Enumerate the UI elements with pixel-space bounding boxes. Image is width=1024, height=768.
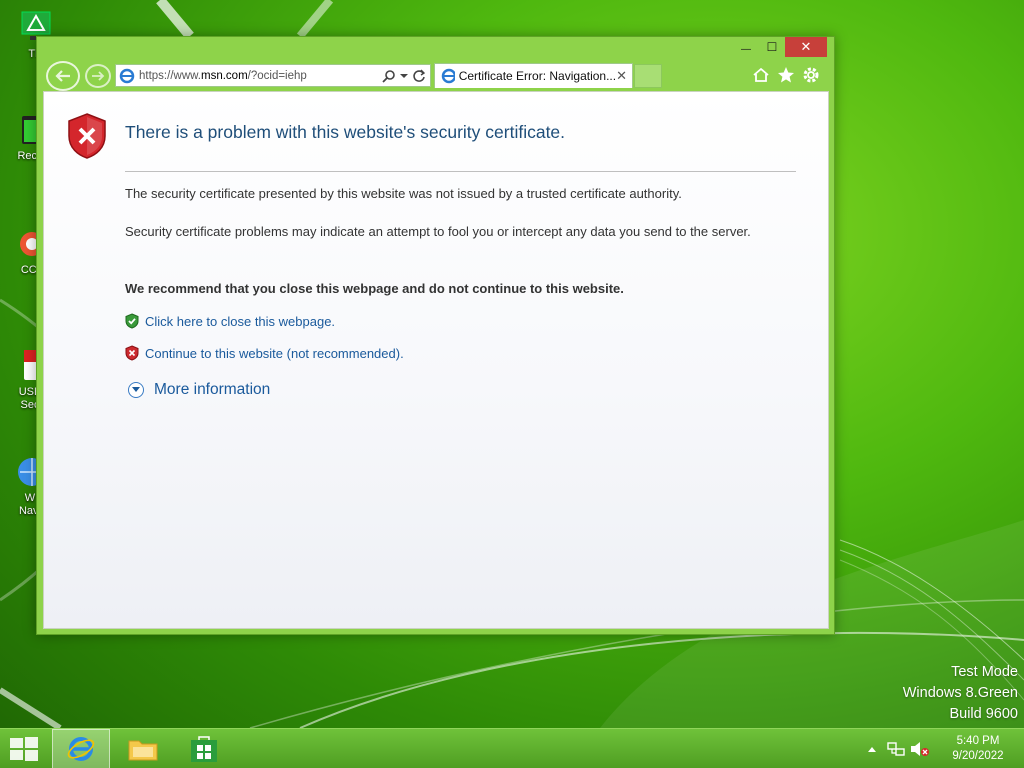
page-content: There is a problem with this website's s… [43, 91, 829, 629]
more-information-label: More information [154, 381, 271, 398]
address-tools [382, 69, 430, 83]
url-prefix: https://www. [139, 69, 201, 82]
maximize-button[interactable]: ☐ [759, 37, 785, 57]
clock-time: 5:40 PM [956, 735, 1000, 747]
taskbar-store[interactable] [175, 729, 233, 768]
show-hidden-icons-button[interactable] [860, 729, 884, 768]
url-domain: msn.com [201, 69, 248, 82]
more-information-toggle[interactable]: More information [128, 381, 270, 399]
system-tray: 5:40 PM 9/20/2022 [860, 729, 1024, 768]
chevron-down-circle-icon [128, 382, 144, 398]
speaker-muted-icon [911, 742, 929, 756]
taskbar: 5:40 PM 9/20/2022 [0, 728, 1024, 768]
toolbar-icons [752, 66, 820, 84]
favorites-star-icon[interactable] [777, 66, 795, 84]
window-caption-buttons: — ☐ ✕ [733, 37, 827, 57]
watermark-line: Build 9600 [949, 706, 1018, 722]
internet-explorer-icon [67, 737, 95, 761]
watermark-line: Test Mode [951, 664, 1018, 680]
shield-check-icon [125, 313, 139, 329]
refresh-icon[interactable] [412, 69, 426, 83]
url-path: /?ocid=iehp [247, 69, 307, 82]
start-button[interactable] [0, 729, 48, 768]
watermark-line: Windows 8.Green [902, 685, 1018, 701]
close-window-button[interactable]: ✕ [785, 37, 827, 57]
windows-logo-icon [10, 737, 38, 761]
gear-icon[interactable] [802, 66, 820, 84]
divider [125, 171, 796, 172]
tab-certificate-error[interactable]: Certificate Error: Navigation... ✕ [434, 63, 633, 88]
chevron-up-icon [868, 747, 876, 752]
taskbar-file-explorer[interactable] [114, 729, 172, 768]
internet-explorer-window: — ☐ ✕ https://www.msn.com/?ocid=iehp Cer… [36, 36, 835, 635]
address-bar[interactable]: https://www.msn.com/?ocid=iehp [115, 64, 431, 87]
arrow-left-icon [55, 70, 70, 82]
description-paragraph: The security certificate presented by th… [125, 186, 682, 201]
tab-close-icon[interactable]: ✕ [616, 68, 627, 84]
search-icon[interactable] [382, 69, 396, 83]
address-url[interactable]: https://www.msn.com/?ocid=iehp [139, 70, 307, 82]
network-tray-button[interactable] [884, 729, 908, 768]
arrow-right-icon [92, 71, 105, 81]
recommendation-text: We recommend that you close this webpage… [125, 281, 624, 296]
ie-page-icon [119, 68, 135, 83]
clock-date: 9/20/2022 [952, 750, 1004, 762]
continue-website-link-label: Continue to this website (not recommende… [145, 345, 404, 361]
shield-x-icon [125, 345, 139, 361]
folder-icon [128, 740, 158, 761]
forward-button[interactable] [85, 64, 111, 88]
back-button[interactable] [46, 61, 80, 91]
network-icon [887, 742, 905, 756]
taskbar-internet-explorer[interactable] [52, 729, 110, 768]
continue-website-link[interactable]: Continue to this website (not recommende… [125, 345, 404, 361]
tab-title: Certificate Error: Navigation... [458, 69, 617, 83]
new-tab-button[interactable] [634, 64, 662, 88]
test-mode-watermark: Test Mode Windows 8.Green Build 9600 [903, 662, 1018, 725]
navigation-bar: https://www.msn.com/?ocid=iehp Certifica… [45, 61, 826, 91]
home-icon[interactable] [752, 66, 770, 84]
volume-tray-button[interactable] [908, 729, 932, 768]
page-title: There is a problem with this website's s… [125, 122, 566, 142]
minimize-button[interactable]: — [733, 37, 759, 57]
ie-tab-icon [441, 68, 455, 84]
store-bag-icon [191, 736, 217, 762]
shield-error-icon [66, 112, 108, 160]
chevron-down-icon[interactable] [400, 72, 408, 80]
close-webpage-link[interactable]: Click here to close this webpage. [125, 313, 335, 329]
warning-paragraph: Security certificate problems may indica… [125, 224, 751, 239]
close-webpage-link-label: Click here to close this webpage. [145, 313, 336, 329]
clock[interactable]: 5:40 PM 9/20/2022 [932, 734, 1024, 764]
